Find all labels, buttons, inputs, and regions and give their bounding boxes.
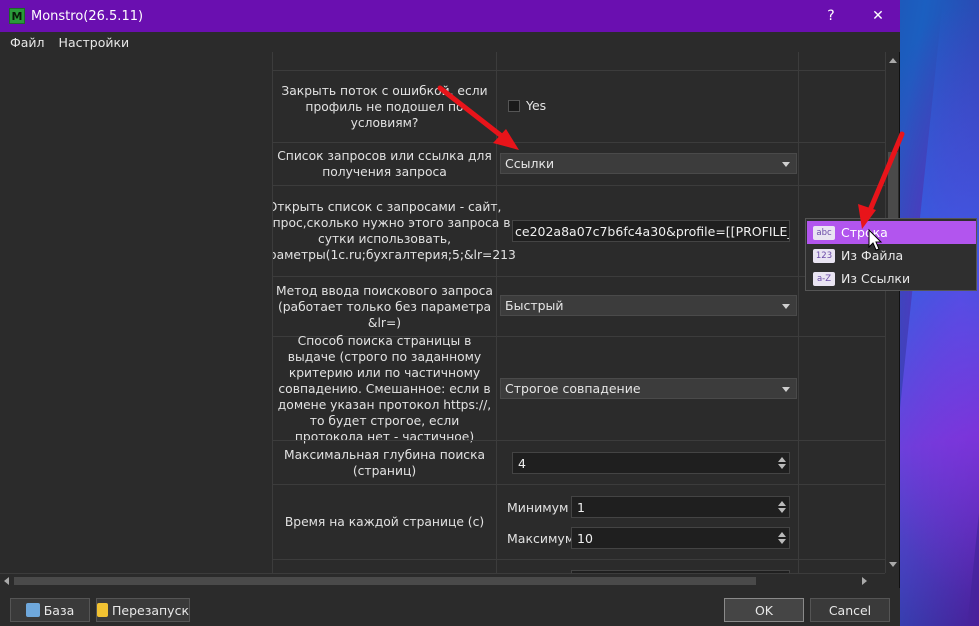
bottom-bar: База Перезапуск OK Cancel [0,588,900,626]
source-popup-list: abc Строка 123 Из Файла a-Z Из Ссылки [805,218,977,291]
left-pane [0,52,273,573]
scroll-right-icon[interactable] [862,577,867,585]
vertical-scroll-thumb[interactable] [888,152,898,222]
restart-button[interactable]: Перезапуск [96,598,190,622]
database-icon [25,603,40,617]
ok-button[interactable]: OK [724,598,804,622]
max-depth-value: 4 [497,441,799,484]
input-method-combo-text: Быстрый [505,298,564,313]
window-title: Monstro(26.5.11) [31,8,144,24]
grid-row-close-stream: Закрыть поток с ошибкой, если профиль не… [273,70,885,142]
query-list-label: Список запросов или ссылка для получения… [273,143,497,185]
search-method-combo-text: Строгое совпадение [505,381,641,396]
spin-up-icon[interactable] [778,532,786,537]
horizontal-scroll-thumb[interactable] [14,577,756,585]
close-stream-checkbox[interactable] [508,100,520,112]
search-method-label: Способ поиска страницы в выдаче (строго … [273,334,497,444]
open-list-label: Открыть список с запросами - сайт, запро… [273,186,516,276]
query-list-combo-text: Ссылки [505,156,555,171]
grid-row-input-method: Метод ввода поискового запроса (работает… [273,276,885,336]
popup-item-link[interactable]: a-Z Из Ссылки [807,267,976,290]
help-button[interactable]: ? [811,0,851,32]
time-per-page-label: Время на каждой странице (с) [273,485,497,559]
popup-item-string[interactable]: abc Строка [807,221,976,244]
max-depth-label: Максимальная глубина поиска (страниц) [273,441,497,484]
max-label: Максимум [507,531,575,546]
chevron-down-icon [782,387,790,392]
min-label: Минимум [507,500,569,515]
popup-item-label: Из Файла [841,248,904,263]
max-spinbox[interactable]: 10 [571,527,790,549]
restart-button-label: Перезапуск [111,602,189,618]
query-list-value: Ссылки [497,143,799,185]
input-method-label: Метод ввода поискового запроса (работает… [273,277,497,336]
input-method-combo[interactable]: Быстрый [500,295,797,316]
query-list-combo[interactable]: Ссылки [500,153,797,174]
row-label [273,560,497,573]
close-stream-value: Yes [497,71,799,142]
restart-icon [97,603,108,617]
sort-type-icon: a-Z [813,271,835,286]
app-logo-icon: M [9,8,25,24]
row-label [273,52,497,70]
settings-grid: Закрыть поток с ошибкой, если профиль не… [273,52,885,573]
spin-down-icon[interactable] [778,539,786,544]
base-button-label: База [43,602,75,618]
chevron-down-icon [782,304,790,309]
popup-item-label: Из Ссылки [841,271,911,286]
scroll-left-icon[interactable] [4,577,9,585]
cancel-button[interactable]: Cancel [810,598,890,622]
close-stream-label: Закрыть поток с ошибкой, если профиль не… [273,71,497,142]
row-value [497,52,799,70]
grid-row-search-method: Способ поиска страницы в выдаче (строго … [273,334,885,444]
open-list-value: ce202a8a07c7b6fc4a30&profile=[[PROFILE_I… [497,186,799,276]
spin-up-icon[interactable] [778,501,786,506]
number-type-icon: 123 [813,248,835,263]
spin-up-icon[interactable] [778,457,786,462]
scroll-up-icon[interactable] [889,58,897,63]
close-button[interactable]: ✕ [858,0,898,32]
grid-row-time-per-page: Время на каждой странице (с) Минимум 1 М… [273,484,885,559]
spin-down-icon[interactable] [778,464,786,469]
search-method-combo[interactable]: Строгое совпадение [500,378,797,399]
ok-button-label: OK [754,602,774,618]
base-button[interactable]: База [10,598,90,622]
cancel-button-label: Cancel [828,602,872,618]
grid-row-partial-bottom [273,559,885,573]
max-depth-spinbox[interactable]: 4 [512,452,790,474]
grid-row-open-list: Открыть список с запросами - сайт, запро… [273,185,885,276]
menu-file[interactable]: Файл [10,35,45,50]
chevron-down-icon [782,162,790,167]
time-per-page-value: Минимум 1 Максимум 10 [497,485,799,559]
vertical-scrollbar[interactable] [885,52,899,573]
grid-row-partial [273,52,885,70]
grid-row-max-depth: Максимальная глубина поиска (страниц) 4 [273,440,885,484]
app-window: M Monstro(26.5.11) ? ✕ Файл Настройки За… [0,0,900,626]
open-list-input[interactable]: ce202a8a07c7b6fc4a30&profile=[[PROFILE_I… [512,220,790,242]
popup-item-label: Строка [841,225,888,240]
input-method-value: Быстрый [497,277,799,336]
min-spinbox[interactable]: 1 [571,496,790,518]
max-depth-text: 4 [518,455,526,471]
close-stream-checkbox-label: Yes [526,98,547,113]
horizontal-scrollbar[interactable] [0,573,885,587]
max-value-text: 10 [577,530,593,546]
spin-down-icon[interactable] [778,508,786,513]
scroll-down-icon[interactable] [889,562,897,567]
menu-bar: Файл Настройки [0,32,900,52]
row-value [497,560,799,573]
text-type-icon: abc [813,225,835,240]
popup-item-file[interactable]: 123 Из Файла [807,244,976,267]
min-value-text: 1 [577,499,585,515]
search-method-value: Строгое совпадение [497,337,799,440]
title-bar[interactable]: M Monstro(26.5.11) ? ✕ [0,0,900,32]
grid-row-query-list: Список запросов или ссылка для получения… [273,142,885,185]
menu-settings[interactable]: Настройки [59,35,130,50]
